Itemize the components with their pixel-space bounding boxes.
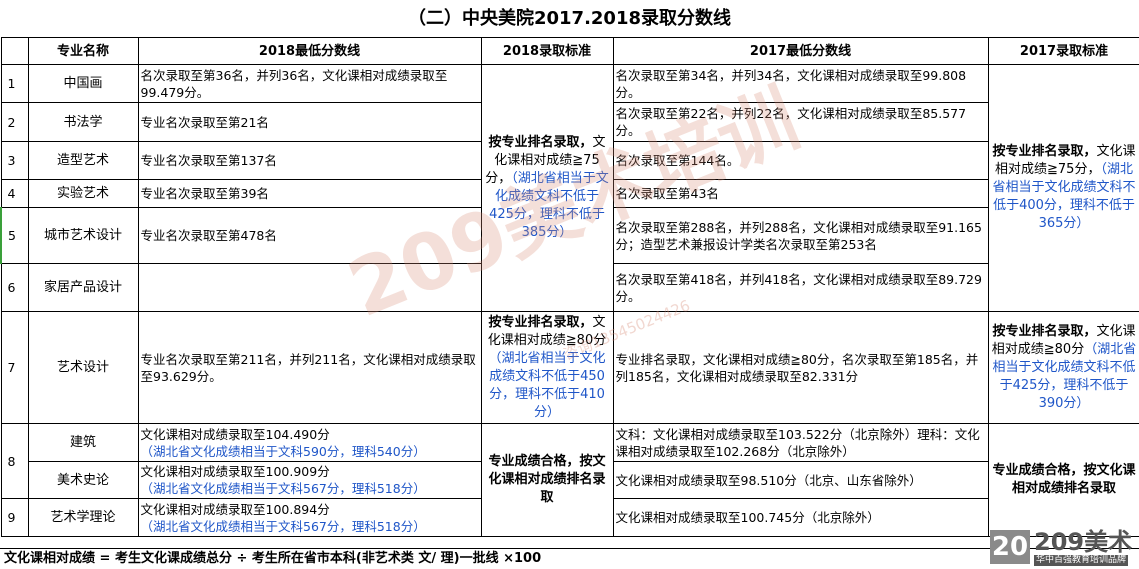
standard-2017-b: 按专业排名录取，文化课相对成绩≧80分（湖北省相当于文化成绩文科不低于425分，… — [987, 311, 1139, 424]
brand-logo: 20 209美术 华中百强教育培训品牌 — [990, 528, 1139, 568]
score-table: 专业名称 2018最低分数线 2018录取标准 2017最低分数线 2017录取… — [0, 37, 1139, 537]
score-2018: 专业名次录取至第211名，并列211名，文化课相对成绩录取至93.629分。 — [137, 311, 482, 424]
score-2018: 专业名次录取至第478名 — [137, 207, 482, 264]
score-2017: 文科：文化课相对成绩录取至103.522分（北京除外）理科：文化课相对成绩录取至… — [612, 423, 989, 462]
logo-mark: 20 — [990, 530, 1030, 564]
std-bold: 按专业排名录取， — [992, 323, 1097, 339]
header-cell: 2017最低分数线 — [612, 37, 989, 65]
row-number: 1 — [0, 64, 29, 103]
score-note: （湖北省文化成绩相当于文科590分，理科540分） — [140, 443, 426, 459]
major-name: 艺术设计 — [27, 311, 139, 424]
score-note: （湖北省文化成绩相当于文科567分，理科518分） — [140, 518, 426, 534]
score-2017: 名次录取至第418名，并列418名，文化课相对成绩录取至89.729分。 — [612, 263, 989, 312]
table-row: 7 艺术设计 专业名次录取至第211名，并列211名，文化课相对成绩录取至93.… — [0, 311, 1139, 424]
logo-tagline: 华中百强教育培训品牌 — [1034, 555, 1129, 566]
score-2017: 名次录取至第288名，并列288名，文化课相对成绩录取至91.165分；造型艺术… — [612, 207, 989, 264]
score-2017: 文化课相对成绩录取至98.510分（北京、山东省除外） — [612, 461, 989, 499]
table-row: 1 中国画 名次录取至第36名，并列36名，文化课相对成绩录取至99.479分。… — [0, 64, 1139, 312]
score-note: （湖北省文化成绩相当于文科567分，理科518分） — [140, 481, 426, 496]
score-2017: 名次录取至第43名 — [612, 179, 989, 208]
score-2018: 文化课相对成绩录取至100.909分 （湖北省文化成绩相当于文科567分，理科5… — [137, 461, 482, 499]
score-2018: 专业名次录取至第137名 — [137, 141, 482, 180]
score-2017: 专业排名录取，文化课相对成绩≧80分，名次录取至第185名，并列185名，文化课… — [612, 311, 989, 424]
formula-footer: 文化课相对成绩 = 考生文化课成绩总分 ÷ 考生所在省市本科(非艺术类 文/ 理… — [0, 548, 1139, 568]
header-cell: 2018录取标准 — [480, 37, 614, 65]
header-cell: 专业名称 — [27, 37, 139, 65]
score-line: 文化课相对成绩录取至100.909分 — [140, 464, 330, 479]
major-name: 城市艺术设计 — [27, 207, 139, 264]
standard-2017-c: 专业成绩合格，按文化课相对成绩排名录取 — [987, 423, 1139, 537]
major-name: 实验艺术 — [27, 179, 139, 208]
score-2017: 名次录取至第34名，并列34名，文化课相对成绩录取至99.808分。 — [612, 64, 989, 103]
row-number: 9 — [0, 498, 29, 537]
major-name: 书法学 — [27, 102, 139, 142]
std-blue: （湖北省相当于文化成绩文科不低于450分，理科不低于410分） — [488, 350, 606, 420]
std-bold: 按专业排名录取， — [488, 314, 593, 330]
score-2018: 专业名次录取至第21名 — [137, 102, 482, 142]
score-2017: 名次录取至第22名，并列22名，文化课相对成绩录取至85.577分。 — [612, 102, 989, 142]
row-number: 8 — [0, 423, 29, 499]
score-2018: 文化课相对成绩录取至100.894分 （湖北省文化成绩相当于文科567分，理科5… — [137, 498, 482, 537]
header-cell — [0, 37, 29, 65]
std-bold: 按专业排名录取， — [488, 135, 593, 150]
header-cell: 2017录取标准 — [987, 37, 1139, 65]
score-2018 — [137, 263, 482, 312]
major-name: 家居产品设计 — [27, 263, 139, 312]
header-row: 专业名称 2018最低分数线 2018录取标准 2017最低分数线 2017录取… — [0, 37, 1139, 65]
row-number: 7 — [0, 311, 29, 424]
row-number: 3 — [0, 141, 29, 180]
major-name: 建筑 — [27, 423, 139, 462]
major-name: 造型艺术 — [27, 141, 139, 180]
logo-brand: 209美术 — [1034, 528, 1133, 556]
std-bold: 专业成绩合格，按文化课相对成绩排名录取 — [992, 463, 1136, 496]
score-2018: 名次录取至第36名，并列36名，文化课相对成绩录取至99.479分。 — [137, 64, 482, 103]
table-row: 8 建筑 文化课相对成绩录取至104.490分 （湖北省文化成绩相当于文科590… — [0, 423, 1139, 537]
standard-2018-b: 按专业排名录取，文化课相对成绩≧80分（湖北省相当于文化成绩文科不低于450分，… — [480, 311, 614, 424]
score-2018: 专业名次录取至第39名 — [137, 179, 482, 208]
row-number: 5 — [0, 207, 29, 264]
score-2018: 文化课相对成绩录取至104.490分 （湖北省文化成绩相当于文科590分，理科5… — [137, 423, 482, 462]
score-line: 文化课相对成绩录取至104.490分 — [140, 426, 330, 442]
row-number: 2 — [0, 102, 29, 142]
header-cell: 2018最低分数线 — [137, 37, 482, 65]
score-2017: 名次录取至第144名。 — [612, 141, 989, 180]
page-title: （二）中央美院2017.2018录取分数线 — [407, 8, 732, 29]
std-bold: 专业成绩合格，按文化课相对成绩排名录取 — [488, 454, 606, 505]
row-number: 4 — [0, 179, 29, 208]
standard-2017-a: 按专业排名录取，文化课相对成绩≧75分，（湖北省相当于文化成绩文科不低于400分… — [987, 64, 1139, 312]
score-2017: 文化课相对成绩录取至100.745分（北京除外） — [612, 498, 989, 537]
standard-2018-a: 按专业排名录取，文化课相对成绩≧75分，（湖北省相当于文化成绩文科不低于425分… — [480, 64, 614, 312]
major-name: 艺术学理论 — [27, 498, 139, 537]
major-name: 美术史论 — [27, 461, 139, 499]
std-bold: 按专业排名录取， — [992, 144, 1097, 159]
standard-2018-c: 专业成绩合格，按文化课相对成绩排名录取 — [480, 423, 614, 537]
row-number: 6 — [0, 263, 29, 312]
major-name: 中国画 — [27, 64, 139, 103]
score-line: 文化课相对成绩录取至100.894分 — [140, 501, 330, 517]
